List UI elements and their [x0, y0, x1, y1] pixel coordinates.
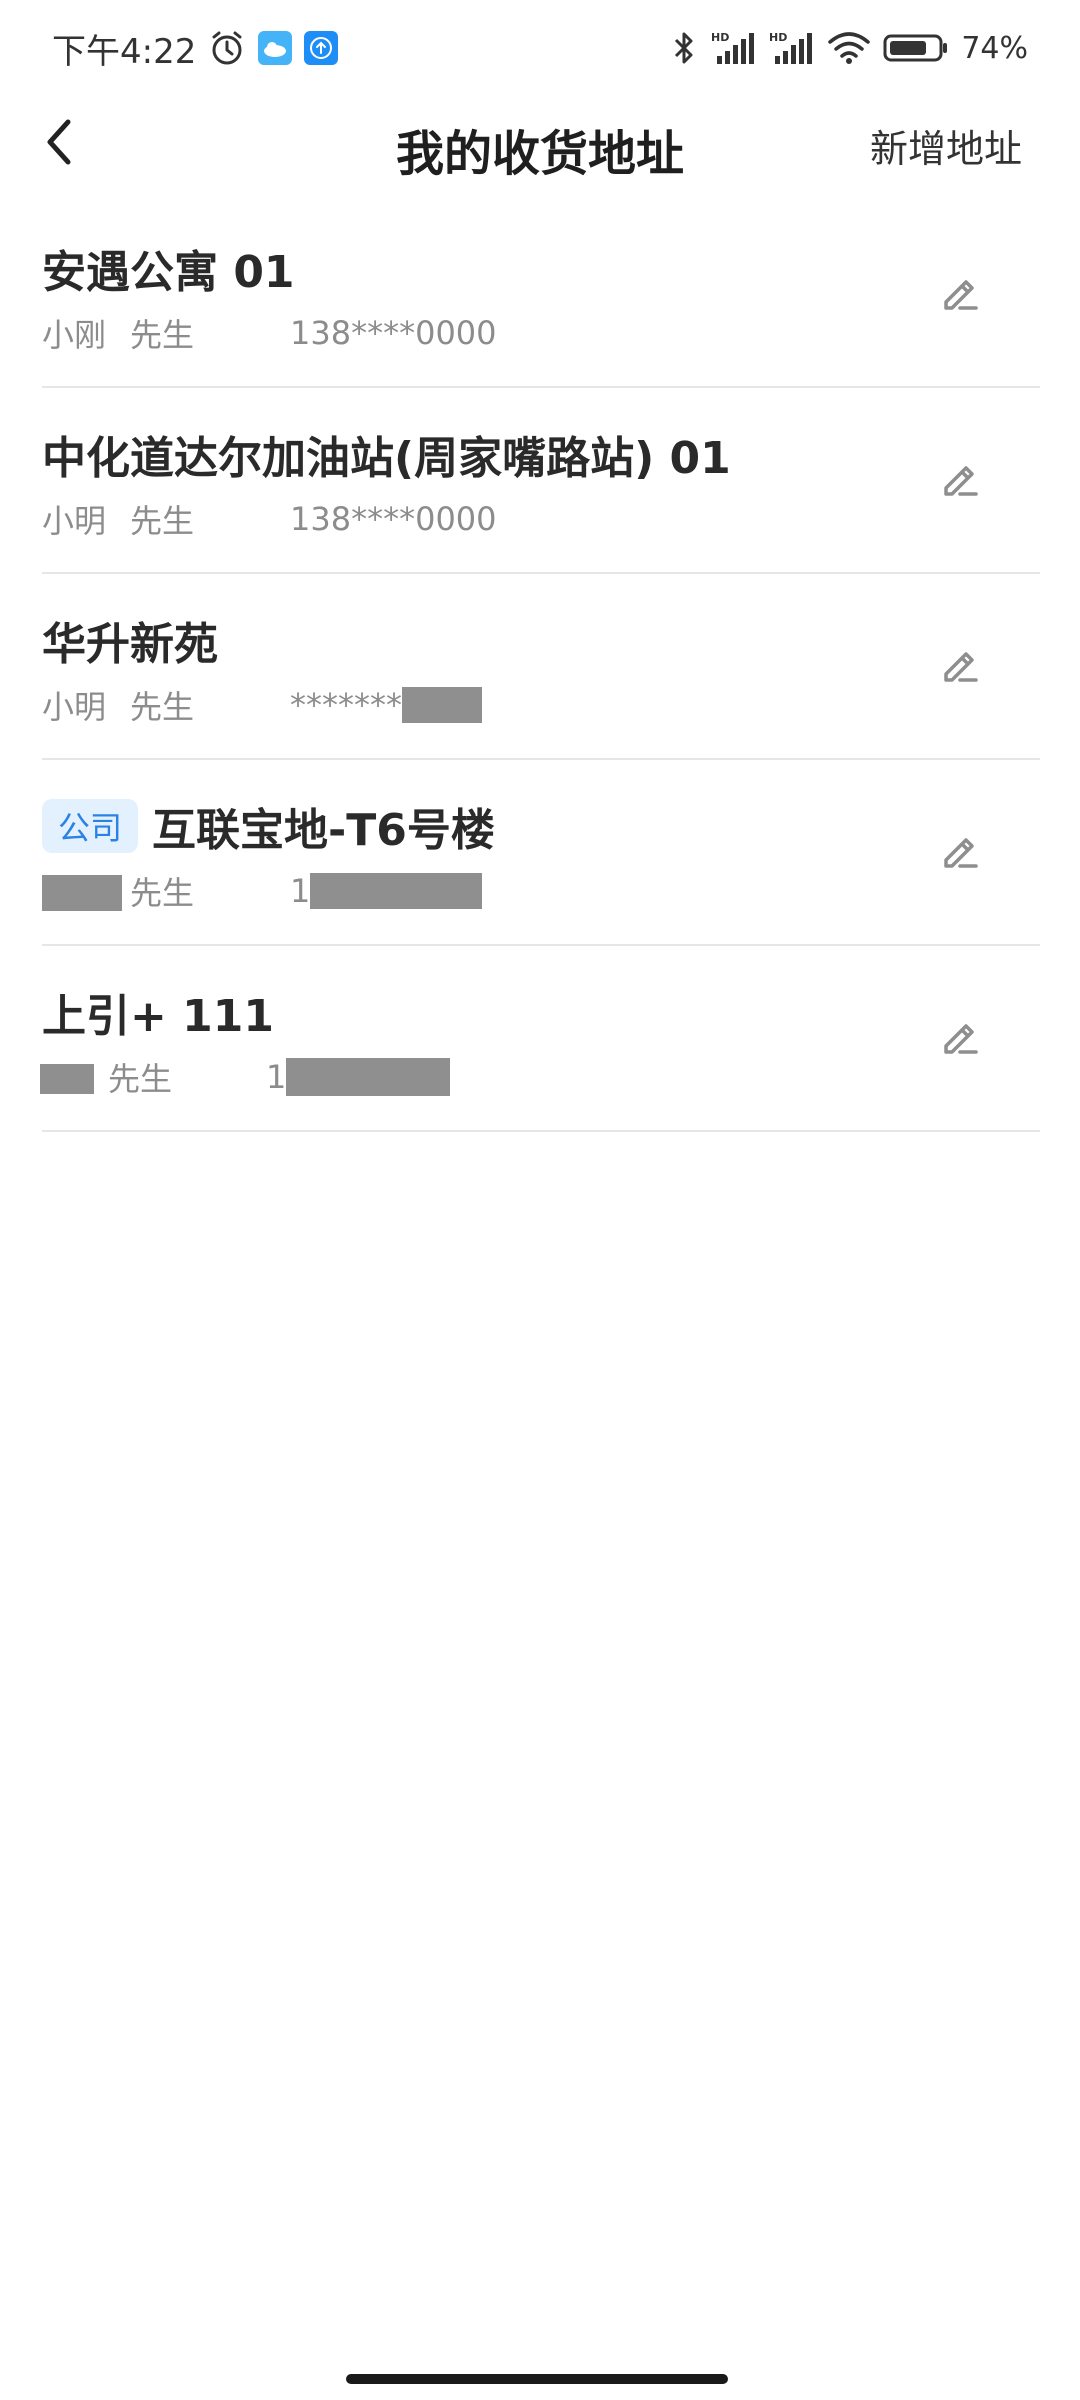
address-item[interactable]: 中化道达尔加油站(周家嘴路站) 01 小明 先生 138****0000: [42, 388, 1040, 574]
address-item[interactable]: 安遇公寓 01 小刚 先生 138****0000: [42, 202, 1040, 388]
contact-name: 小明: [42, 688, 107, 726]
edit-pencil-icon: [944, 652, 978, 682]
redaction-block: [286, 1058, 451, 1096]
redaction-block: [40, 1064, 94, 1094]
address-title: 安遇公寓 01: [42, 236, 295, 300]
contact-phone: 138****0000: [290, 314, 497, 352]
contact-name: [40, 1058, 108, 1096]
address-item[interactable]: 华升新苑 小明 先生 *******: [42, 574, 1040, 760]
contact-phone: 1: [290, 872, 311, 910]
weather-app-icon: [258, 31, 293, 65]
address-tag: 公司: [42, 799, 139, 853]
address-contact: 小明 先生 *******: [42, 682, 482, 728]
contact-honorific: 先生: [108, 1060, 173, 1098]
svg-text:HD: HD: [769, 31, 787, 44]
contact-phone: 138****0000: [290, 500, 497, 538]
address-list: 安遇公寓 01 小刚 先生 138****0000 中化道达尔加油站(周家嘴路站…: [40, 202, 1040, 1132]
status-bar-left: 下午4:22: [52, 24, 339, 73]
edit-address-button[interactable]: [920, 438, 1000, 518]
address-contact: 小刚 先生 138****0000: [42, 310, 497, 356]
address-contact: 先生 1: [40, 1054, 451, 1100]
address-title-text: 上引+ 111: [42, 991, 275, 1042]
address-title-text: 华升新苑: [42, 619, 218, 670]
address-title-text: 互联宝地-T6号楼: [152, 805, 495, 856]
contact-honorific: 先生: [130, 316, 195, 354]
status-bar-right: HD HD 74%: [669, 29, 1028, 67]
address-title-text: 安遇公寓 01: [42, 247, 295, 298]
redaction-block: [402, 687, 482, 723]
signal-hd-icon: HD: [711, 30, 757, 66]
address-item[interactable]: 公司 互联宝地-T6号楼 先生 1: [42, 760, 1040, 946]
contact-honorific: 先生: [130, 688, 195, 726]
edit-pencil-icon: [944, 1024, 978, 1054]
contact-name: [42, 872, 130, 911]
address-contact: 先生 1: [42, 868, 483, 914]
bluetooth-icon: [669, 29, 699, 67]
address-contact: 小明 先生 138****0000: [42, 496, 497, 542]
edit-pencil-icon: [944, 838, 978, 868]
signal-hd-icon: HD: [769, 30, 815, 66]
contact-phone: *******: [290, 686, 402, 724]
edit-address-button[interactable]: [920, 252, 1000, 332]
edit-address-button[interactable]: [920, 810, 1000, 890]
status-time: 下午4:22: [52, 31, 197, 72]
edit-pencil-icon: [944, 466, 978, 496]
battery-level: 74%: [961, 30, 1028, 66]
redaction-block: [310, 873, 483, 909]
contact-honorific: 先生: [130, 502, 195, 540]
header: 我的收货地址 新增地址: [0, 96, 1080, 216]
contact-honorific: 先生: [130, 874, 195, 912]
address-title: 上引+ 111: [42, 980, 274, 1044]
address-title: 中化道达尔加油站(周家嘴路站) 01: [42, 422, 731, 486]
address-title: 公司 互联宝地-T6号楼: [42, 794, 495, 858]
home-indicator[interactable]: [346, 2374, 728, 2384]
contact-name: 小明: [42, 502, 107, 540]
edit-pencil-icon: [944, 280, 978, 310]
wifi-icon: [827, 30, 871, 66]
alarm-icon: [208, 29, 246, 67]
contact-name: 小刚: [42, 316, 107, 354]
edit-address-button[interactable]: [920, 996, 1000, 1076]
status-bar: 下午4:22 HD HD 74%: [0, 0, 1080, 96]
svg-text:HD: HD: [711, 31, 729, 44]
battery-icon: [883, 32, 949, 64]
add-address-button[interactable]: 新增地址: [870, 118, 1022, 173]
redaction-block: [42, 874, 122, 911]
address-title-text: 中化道达尔加油站(周家嘴路站) 01: [42, 433, 731, 484]
contact-phone: 1: [266, 1058, 287, 1096]
upload-app-icon: [304, 31, 339, 65]
edit-address-button[interactable]: [920, 624, 1000, 704]
address-item[interactable]: 上引+ 111 先生 1: [40, 946, 1040, 1132]
address-title: 华升新苑: [42, 608, 218, 672]
